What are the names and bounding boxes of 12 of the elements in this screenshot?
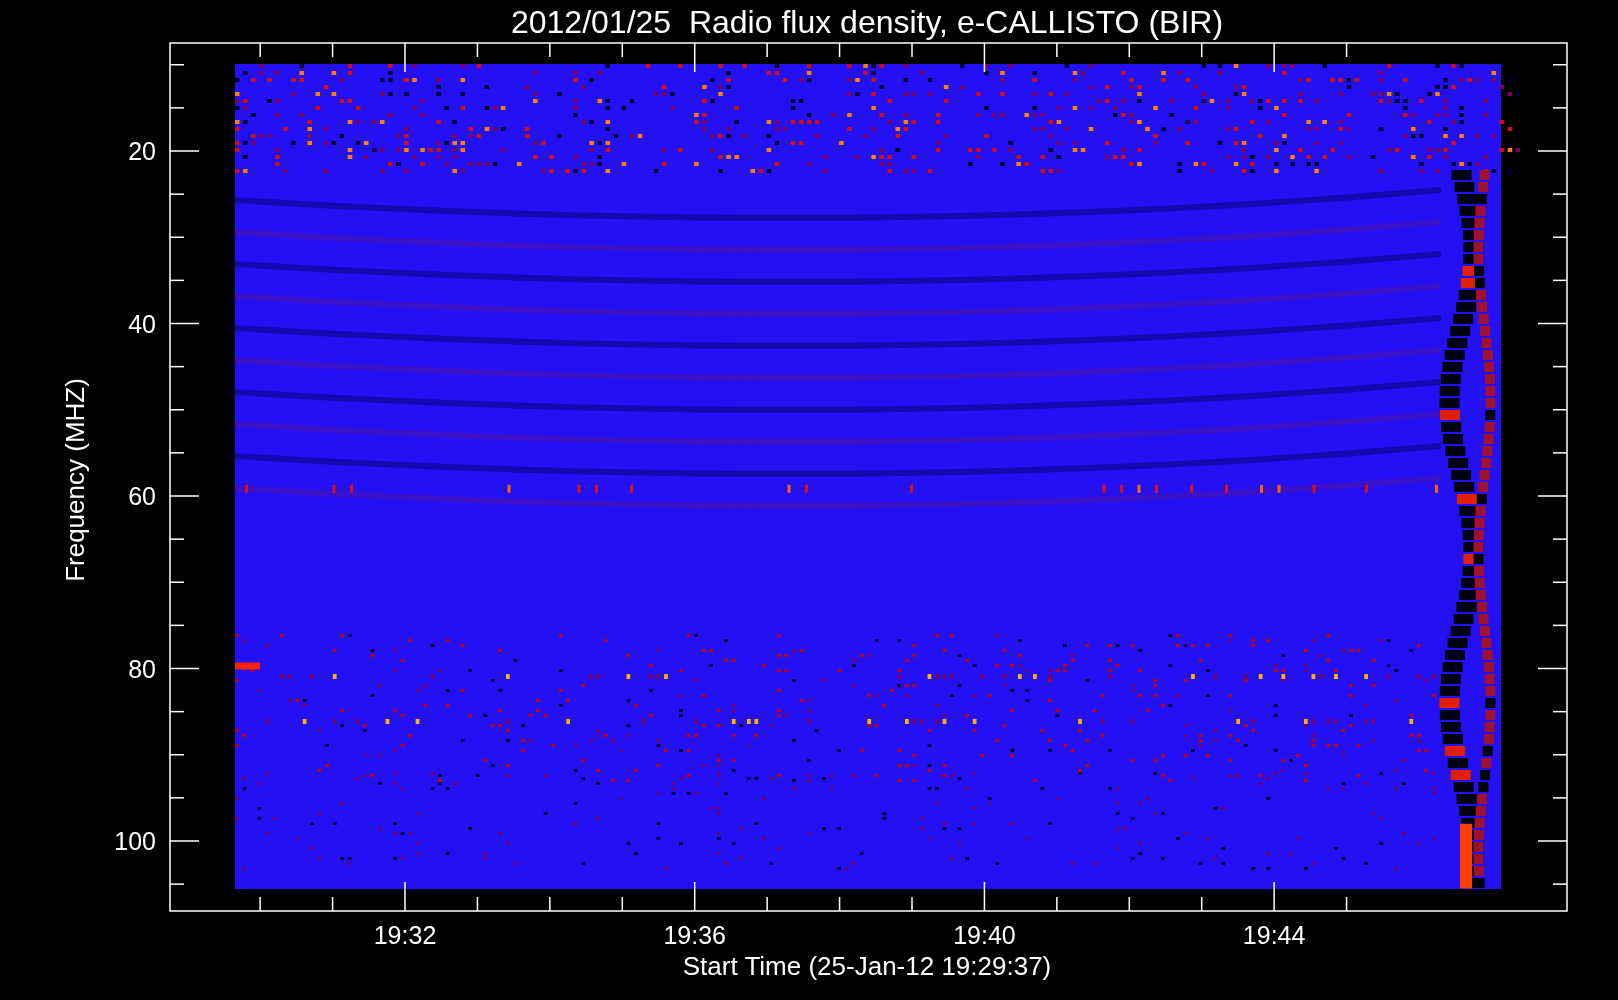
y-tick-label: 100 [114,827,156,855]
y-tick-label: 80 [128,654,156,683]
y-tick-label: 20 [128,137,156,165]
x-tick-label: 19:32 [373,921,437,949]
y-axis-label: Frequency (MHZ) [60,378,90,582]
y-tick-label: 60 [128,482,156,510]
x-axis-label: Start Time (25-Jan-12 19:29:37) [682,951,1052,981]
x-tick-label: 19:44 [1242,921,1306,949]
x-tick-label: 19:36 [663,921,726,949]
plot-title: 2012/01/25 Radio flux density, e-CALLISTO (BIR) [510,4,1224,40]
x-tick-label: 19:40 [953,921,1016,949]
y-tick-label: 40 [128,309,156,338]
